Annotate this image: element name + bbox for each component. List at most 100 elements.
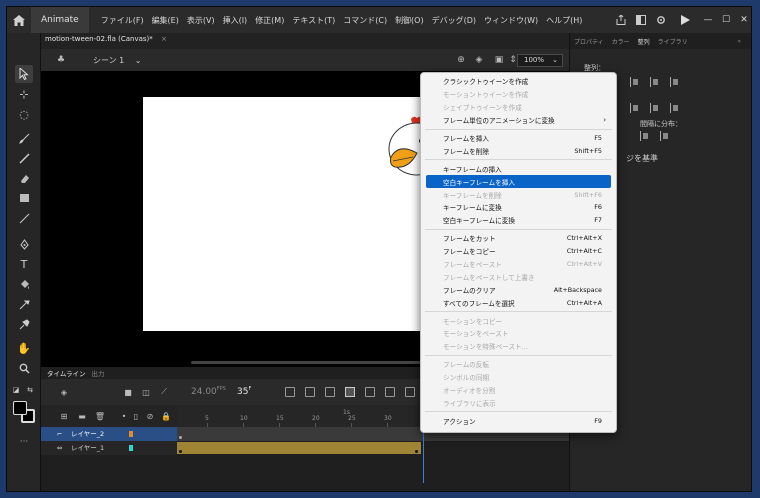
menu-item-clear-keyframe[interactable]: キーフレームを削除 Shift+F6 [421, 188, 616, 201]
scene-selector[interactable]: シーン 1 ⌄ [93, 55, 141, 66]
distribute-icon[interactable] [630, 103, 638, 113]
space-icon[interactable] [660, 131, 668, 141]
outline-icon[interactable]: ▯ [131, 411, 141, 421]
keyframe-dot[interactable] [179, 450, 182, 453]
lock-icon[interactable]: 🔒 [161, 411, 171, 421]
pin-tool-icon[interactable] [15, 315, 33, 333]
layer-color-icon[interactable] [129, 445, 133, 451]
layer-name-cell[interactable]: ⌐ レイヤー_2 [41, 427, 177, 441]
menu-item-select-all-frames[interactable]: すべてのフレームを選択 Ctrl+Alt+A [421, 296, 616, 309]
menu-file[interactable]: ファイル(F) [97, 15, 148, 26]
menu-debug[interactable]: デバッグ(D) [428, 15, 480, 26]
pen-tool-icon[interactable] [15, 235, 33, 253]
menu-item-clear-frames[interactable]: フレームのクリア Alt+Backspace [421, 283, 616, 296]
menu-item-copy-motion[interactable]: モーションをコピー [421, 314, 616, 327]
layer-depth-icon[interactable]: ◫ [141, 387, 151, 397]
motion-tween-span[interactable] [177, 442, 421, 454]
loop-icon[interactable] [305, 387, 315, 397]
layer-frames[interactable] [177, 441, 569, 455]
insert-keyframe-icon[interactable] [365, 387, 375, 397]
rotate-stage-icon[interactable]: ◈ [473, 54, 485, 66]
menu-control[interactable]: 制御(O) [391, 15, 428, 26]
highlight-dot-icon[interactable]: • [119, 411, 129, 421]
menu-item-paste-motion[interactable]: モーションをペースト [421, 327, 616, 340]
tab-properties[interactable]: プロパティ [574, 37, 604, 46]
tab-align[interactable]: 整列 [638, 37, 650, 46]
menu-edit[interactable]: 編集(E) [148, 15, 183, 26]
hand-tool-icon[interactable]: ✋ [15, 339, 33, 357]
keyframe-dot[interactable] [415, 450, 418, 453]
menu-item-synchronize-symbols[interactable]: シンボルの同期 [421, 371, 616, 384]
tab-output[interactable]: 出力 [92, 368, 105, 378]
workspace-icon[interactable] [631, 7, 651, 33]
align-icon[interactable] [630, 77, 638, 87]
stage-horizontal-scrollbar[interactable] [191, 361, 431, 364]
menu-item-cut-frames[interactable]: フレームをカット Ctrl+Alt+X [421, 232, 616, 245]
menu-item-convert-to-blank-keyframe[interactable]: 空白キーフレームに変換 F7 [421, 214, 616, 227]
menu-item-show-in-library[interactable]: ライブラリに表示 [421, 396, 616, 409]
blank-keyframe-icon[interactable] [385, 387, 395, 397]
distribute-icon[interactable] [650, 103, 658, 113]
menu-modify[interactable]: 修正(M) [251, 15, 288, 26]
panel-collapse-icon[interactable]: « [737, 38, 741, 45]
stroke-color-swatch[interactable] [13, 401, 27, 415]
zoom-select[interactable]: 100% ⌄ [517, 54, 563, 67]
app-tab[interactable]: Animate [31, 7, 89, 33]
center-frame-icon[interactable] [285, 387, 295, 397]
keyframe-dot[interactable] [179, 436, 182, 439]
menu-item-insert-keyframe[interactable]: キーフレームの挿入 [421, 162, 616, 175]
menu-item-convert-frame-by-frame[interactable]: フレーム単位のアニメーションに変換 › [421, 114, 616, 127]
menu-help[interactable]: ヘルプ(H) [542, 15, 586, 26]
menu-item-paste-overwrite-frames[interactable]: フレームをペーストして上書き [421, 270, 616, 283]
brush-tool-icon[interactable] [15, 149, 33, 167]
settings-icon[interactable] [651, 7, 671, 33]
layer-name-cell[interactable]: ⇔ レイヤー_1 [41, 441, 177, 455]
menu-item-paste-frames[interactable]: フレームをペースト Ctrl+Alt+V [421, 258, 616, 271]
tab-library[interactable]: ライブラリ [658, 37, 688, 46]
default-colors-icon[interactable]: ◪ [11, 385, 21, 395]
more-tools-icon[interactable]: ··· [15, 433, 33, 451]
scene-icon[interactable]: ♣ [55, 54, 67, 66]
delete-layer-icon[interactable]: 🗑 [95, 411, 105, 421]
menu-text[interactable]: テキスト(T) [288, 15, 339, 26]
menu-commands[interactable]: コマンド(C) [339, 15, 391, 26]
layers-icon[interactable]: ◈ [59, 387, 69, 397]
share-icon[interactable] [611, 7, 631, 33]
tab-color[interactable]: カラー [612, 37, 630, 46]
eraser-tool-icon[interactable] [15, 169, 33, 187]
swap-colors-icon[interactable]: ⇆ [25, 385, 35, 395]
menu-window[interactable]: ウィンドウ(W) [480, 15, 542, 26]
document-tab[interactable]: motion-tween-02.fla (Canvas)* × [45, 35, 167, 43]
close-document-icon[interactable]: × [161, 35, 167, 43]
onion-skin-icon[interactable] [325, 387, 335, 397]
subselection-tool-icon[interactable]: ⊹ [15, 85, 33, 103]
menu-item-paste-motion-special[interactable]: モーションを特殊ペースト... [421, 340, 616, 353]
menu-item-split-audio[interactable]: オーディオを分割 [421, 384, 616, 397]
menu-item-reverse-frames[interactable]: フレームの反転 [421, 358, 616, 371]
menu-item-create-shape-tween[interactable]: シェイプトゥイーンを作成 [421, 101, 616, 114]
graph-icon[interactable]: ⟋ [159, 387, 169, 397]
layer-color-icon[interactable] [129, 431, 133, 437]
maximize-icon[interactable]: ☐ [717, 7, 735, 33]
menu-item-actions[interactable]: アクション F9 [421, 414, 616, 427]
eye-hidden-icon[interactable]: ⊘ [145, 411, 155, 421]
menu-item-insert-blank-keyframe[interactable]: 空白キーフレームを挿入 [426, 175, 611, 189]
menu-item-create-classic-tween[interactable]: クラシックトゥイーンを作成 [421, 75, 616, 88]
clip-content-icon[interactable]: ▣ [493, 54, 505, 66]
eyedropper-icon[interactable] [15, 295, 33, 313]
timeline-empty-area[interactable] [41, 455, 569, 491]
edit-multiple-frames-icon[interactable] [345, 387, 355, 397]
menu-view[interactable]: 表示(V) [183, 15, 219, 26]
test-movie-icon[interactable] [671, 7, 699, 33]
new-folder-icon[interactable]: ▬ [77, 411, 87, 421]
rectangle-tool-icon[interactable] [15, 189, 33, 207]
menu-item-convert-to-keyframe[interactable]: キーフレームに変換 F6 [421, 201, 616, 214]
center-stage-icon[interactable]: ⊕ [455, 54, 467, 66]
menu-insert[interactable]: 挿入(I) [219, 15, 252, 26]
paint-brush-icon[interactable] [15, 129, 33, 147]
current-frame-display[interactable]: 35F [237, 386, 251, 397]
home-icon[interactable] [7, 7, 31, 33]
menu-item-create-motion-tween[interactable]: モーショントゥイーンを作成 [421, 88, 616, 101]
menu-item-insert-frame[interactable]: フレームを挿入 F5 [421, 132, 616, 145]
tab-timeline[interactable]: タイムライン [47, 368, 86, 378]
